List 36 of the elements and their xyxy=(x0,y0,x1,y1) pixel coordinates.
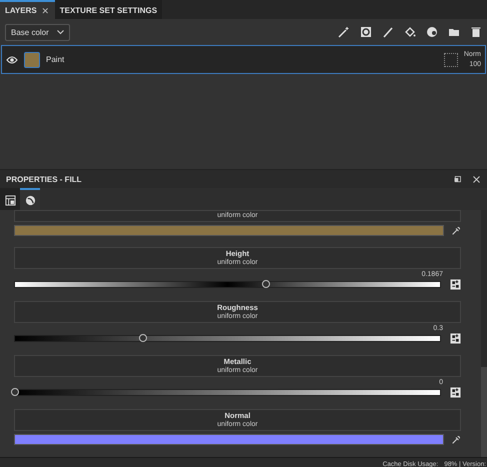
settings-grid-icon xyxy=(4,194,16,206)
properties-tab[interactable] xyxy=(0,188,20,210)
scrollbar-thumb[interactable] xyxy=(481,367,487,457)
mask-placeholder xyxy=(444,52,458,66)
panel-tab[interactable]: TEXTURE SET SETTINGS xyxy=(54,0,162,19)
restore-icon[interactable] xyxy=(453,174,462,184)
fill-bucket-icon[interactable] xyxy=(404,26,416,38)
randomize-icon[interactable] xyxy=(450,333,461,344)
eye-icon[interactable] xyxy=(6,54,18,66)
mask-icon[interactable] xyxy=(426,26,438,38)
slider-thumb[interactable] xyxy=(262,280,270,288)
color-swatch[interactable] xyxy=(14,434,444,445)
chevron-icon xyxy=(56,30,64,34)
layer-name: Paint xyxy=(46,55,64,64)
folder-icon[interactable] xyxy=(448,26,460,38)
slider-track[interactable] xyxy=(14,389,441,396)
brush-icon[interactable] xyxy=(382,26,394,38)
channel-dropdown[interactable]: Base color xyxy=(5,24,70,40)
randomize-icon[interactable] xyxy=(450,387,461,398)
material-sphere-icon xyxy=(24,194,36,206)
color-swatch[interactable] xyxy=(14,225,444,236)
trash-icon[interactable] xyxy=(470,26,482,38)
magic-wand-icon[interactable] xyxy=(338,26,350,38)
layer-add-icon[interactable] xyxy=(360,26,372,38)
properties-tab[interactable] xyxy=(20,188,40,210)
slider-thumb[interactable] xyxy=(138,334,146,342)
slider-thumb[interactable] xyxy=(11,388,19,396)
eyedropper-icon[interactable] xyxy=(451,226,461,236)
randomize-icon[interactable] xyxy=(450,279,461,290)
panel-title: PROPERTIES - FILL xyxy=(6,174,83,184)
close-icon[interactable]: ✕ xyxy=(42,6,50,16)
close-icon[interactable] xyxy=(472,174,481,184)
panel-tab[interactable]: LAYERS ✕ xyxy=(0,0,55,19)
slider-track[interactable] xyxy=(14,281,441,288)
slider-track[interactable] xyxy=(14,335,441,342)
eyedropper-icon[interactable] xyxy=(451,434,461,444)
